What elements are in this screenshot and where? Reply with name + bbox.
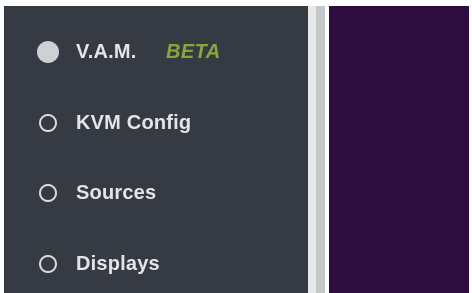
radio-selected-icon xyxy=(37,41,59,63)
radio-unselected-icon xyxy=(39,114,57,132)
sidebar: V.A.M. BETA KVM Config Sources Displays xyxy=(4,6,308,293)
sidebar-item-label: KVM Config xyxy=(76,111,192,134)
beta-badge: BETA xyxy=(166,40,221,63)
sidebar-item-displays[interactable]: Displays xyxy=(4,244,308,284)
radio-unselected-icon xyxy=(39,255,57,273)
sidebar-item-kvm-config[interactable]: KVM Config xyxy=(4,103,308,143)
sidebar-item-label: V.A.M. xyxy=(76,40,137,63)
radio-unselected-icon xyxy=(39,184,57,202)
scrollbar[interactable] xyxy=(316,6,325,293)
panel-divider xyxy=(308,6,316,293)
sidebar-item-label: Displays xyxy=(76,252,160,275)
sidebar-item-sources[interactable]: Sources xyxy=(4,173,308,213)
sidebar-item-vam[interactable]: V.A.M. BETA xyxy=(4,32,308,72)
main-content-panel xyxy=(329,6,469,293)
sidebar-item-label: Sources xyxy=(76,181,157,204)
app-window: V.A.M. BETA KVM Config Sources Displays xyxy=(0,0,472,293)
